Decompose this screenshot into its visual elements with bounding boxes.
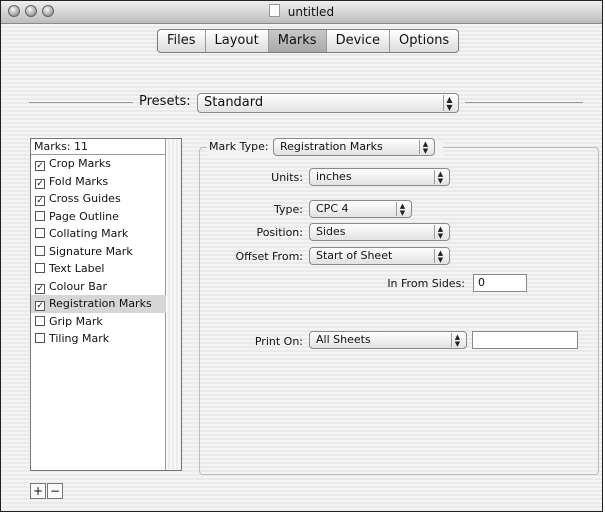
mark-label: Registration Marks: [49, 297, 152, 310]
presets-value: Standard: [204, 95, 264, 110]
list-item[interactable]: ✓ Registration Marks: [31, 295, 166, 313]
mark-checkbox[interactable]: ✓: [35, 301, 45, 311]
mark-settings-group: [199, 147, 599, 475]
tab-layout[interactable]: Layout: [206, 30, 269, 52]
mark-type-label: Mark Type:: [209, 140, 269, 153]
marks-list[interactable]: Marks: 11 ✓ Crop Marks ✓ Fold Marks ✓ Cross G…: [30, 138, 182, 471]
units-label: Units:: [271, 171, 303, 184]
mark-checkbox[interactable]: [35, 245, 45, 256]
mark-label: Cross Guides: [49, 192, 121, 205]
document-icon: [268, 4, 280, 17]
popup-arrows-icon: ▲ ▼: [434, 170, 446, 185]
popup-arrows-icon: ▲ ▼: [396, 202, 408, 217]
mark-checkbox[interactable]: [35, 315, 45, 326]
list-item[interactable]: Page Outline: [31, 208, 166, 226]
presets-label: Presets:: [139, 94, 191, 109]
list-item[interactable]: ✓ Colour Bar: [31, 278, 166, 296]
mark-checkbox[interactable]: ✓: [35, 196, 45, 206]
units-popup[interactable]: inches ▲ ▼: [309, 168, 450, 186]
list-item[interactable]: ✓ Fold Marks: [31, 173, 166, 191]
mark-checkbox[interactable]: ✓: [35, 161, 45, 171]
mark-label: Grip Mark: [49, 314, 103, 328]
print-on-popup[interactable]: All Sheets ▲ ▼: [309, 331, 467, 349]
position-value: Sides: [316, 225, 346, 238]
mark-checkbox[interactable]: [35, 228, 45, 238]
remove-mark-button[interactable]: −: [47, 483, 63, 499]
mark-label: Tiling Mark: [49, 332, 110, 345]
in-from-sides-input[interactable]: 0: [473, 274, 527, 292]
print-dialog-window: untitled Files Layout Marks Device Optio…: [0, 0, 603, 512]
units-value: inches: [316, 170, 352, 183]
in-from-sides-label: In From Sides:: [387, 277, 465, 290]
mark-type-popup[interactable]: Registration Marks ▲ ▼: [273, 138, 435, 156]
marks-list-scrollbar[interactable]: [165, 139, 181, 470]
position-label: Position:: [256, 226, 303, 239]
mark-label: Crop Marks: [49, 157, 112, 170]
mark-label: Page Outline: [49, 209, 119, 223]
window-title-wrap: untitled: [1, 4, 602, 19]
presets-divider-left: [29, 102, 133, 103]
tab-marks[interactable]: Marks: [268, 30, 327, 52]
mark-checkbox[interactable]: [35, 263, 45, 273]
mark-checkbox[interactable]: ✓: [35, 178, 45, 189]
mark-checkbox[interactable]: ✓: [35, 283, 45, 294]
position-popup[interactable]: Sides ▲ ▼: [309, 223, 450, 241]
mark-label: Fold Marks: [49, 174, 109, 188]
type-popup[interactable]: CPC 4 ▲ ▼: [309, 200, 412, 218]
tab-files[interactable]: Files: [158, 30, 206, 52]
type-value: CPC 4: [316, 202, 349, 215]
popup-arrows-icon: ▲ ▼: [434, 225, 446, 240]
offset-from-popup[interactable]: Start of Sheet ▲ ▼: [309, 247, 450, 265]
mark-label: Text Label: [49, 262, 105, 275]
mark-label: Collating Mark: [49, 227, 129, 240]
list-item[interactable]: Text Label: [31, 260, 166, 278]
mark-checkbox[interactable]: [35, 210, 45, 221]
add-mark-button[interactable]: +: [30, 483, 46, 499]
popup-arrows-icon: ▲ ▼: [443, 95, 455, 112]
offset-from-value: Start of Sheet: [316, 249, 393, 262]
offset-from-label: Offset From:: [235, 250, 303, 263]
mark-type-value: Registration Marks: [280, 140, 383, 153]
add-remove-controls: + −: [30, 483, 64, 499]
print-on-label: Print On:: [254, 335, 303, 348]
list-item[interactable]: Signature Mark: [31, 243, 166, 261]
mark-label: Colour Bar: [49, 279, 107, 293]
marks-list-rows: ✓ Crop Marks ✓ Fold Marks ✓ Cross Guides Page …: [31, 155, 181, 348]
tab-options[interactable]: Options: [390, 30, 458, 52]
presets-divider-right: [465, 102, 583, 103]
popup-arrows-icon: ▲ ▼: [451, 333, 463, 348]
popup-arrows-icon: ▲ ▼: [419, 140, 431, 155]
list-item[interactable]: Collating Mark: [31, 225, 166, 243]
type-label: Type:: [274, 203, 303, 216]
window-title: untitled: [287, 5, 335, 19]
list-item[interactable]: ✓ Crop Marks: [31, 155, 166, 173]
list-item[interactable]: Grip Mark: [31, 313, 166, 331]
print-on-value: All Sheets: [316, 333, 371, 346]
mark-checkbox[interactable]: [35, 333, 45, 343]
tab-device[interactable]: Device: [327, 30, 391, 52]
tab-bar: Files Layout Marks Device Options: [157, 29, 460, 53]
mark-label: Signature Mark: [49, 244, 133, 258]
list-item[interactable]: ✓ Cross Guides: [31, 190, 166, 208]
popup-arrows-icon: ▲ ▼: [434, 249, 446, 264]
marks-list-header: Marks: 11: [31, 139, 181, 155]
presets-popup[interactable]: Standard ▲ ▼: [197, 93, 459, 113]
title-bar: untitled: [1, 1, 602, 24]
print-on-extra-input[interactable]: [472, 331, 578, 349]
list-item[interactable]: Tiling Mark: [31, 330, 166, 348]
